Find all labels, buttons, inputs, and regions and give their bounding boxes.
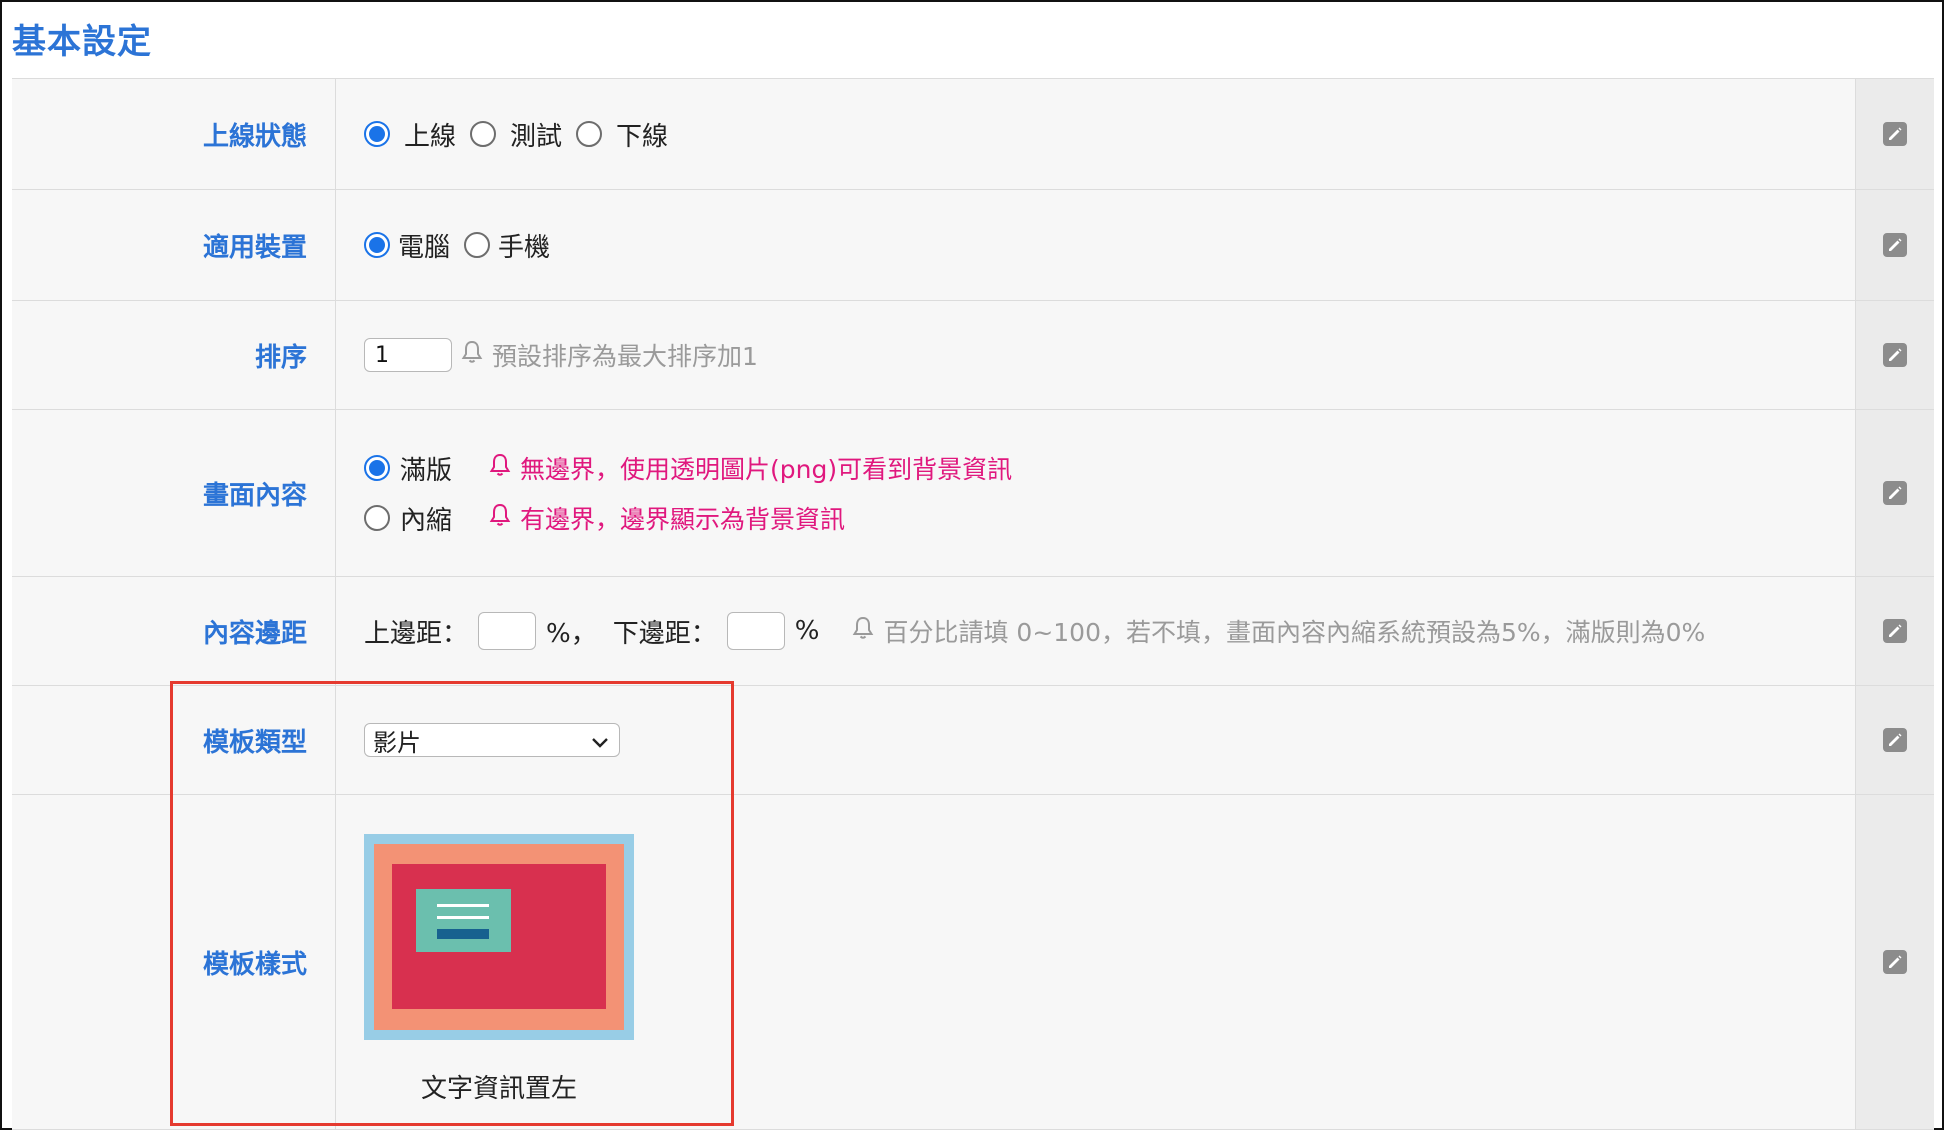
bottom-margin-label: 下邊距： bbox=[612, 618, 717, 649]
device-option-pc[interactable]: 電腦 bbox=[364, 227, 450, 264]
pencil-edit-icon[interactable] bbox=[1883, 122, 1907, 146]
online-status-option-test[interactable]: 測試 bbox=[470, 116, 562, 153]
option-label: 內縮 bbox=[400, 505, 453, 536]
edit-cell bbox=[1855, 686, 1934, 794]
device-options: 電腦 手機 bbox=[336, 190, 1855, 300]
thumb-text-line bbox=[437, 915, 489, 919]
bell-icon bbox=[488, 452, 512, 484]
row-device: 適用裝置 電腦 手機 bbox=[12, 190, 1934, 301]
sort-hint: 預設排序為最大排序加1 bbox=[460, 337, 758, 373]
template-style-thumbnail[interactable] bbox=[364, 833, 634, 1040]
bell-icon bbox=[488, 502, 512, 534]
sort-hint-text: 預設排序為最大排序加1 bbox=[492, 342, 758, 371]
radio-offline[interactable] bbox=[576, 121, 603, 147]
device-option-mobile[interactable]: 手機 bbox=[464, 227, 550, 264]
top-margin-label: 上邊距： bbox=[364, 618, 469, 649]
option-label: 測試 bbox=[510, 121, 563, 152]
template-type-content: 影片 bbox=[336, 686, 1855, 794]
radio-inset[interactable] bbox=[364, 505, 390, 531]
section-title: 基本設定 bbox=[12, 22, 152, 62]
option-label: 下線 bbox=[616, 121, 669, 152]
screen-content-options: 滿版 無邊界，使用透明圖片(png)可看到背景資訊 內縮 有邊界，邊界顯示為背景… bbox=[336, 410, 1855, 576]
row-online-status: 上線狀態 上線 測試 下線 bbox=[12, 79, 1934, 190]
thumb-text-bar bbox=[437, 928, 489, 939]
radio-full[interactable] bbox=[364, 455, 390, 481]
row-margin: 內容邊距 上邊距： %， 下邊距： % 百分比請填 0~100，若不填，畫面內容… bbox=[12, 577, 1934, 686]
bell-icon bbox=[460, 339, 484, 371]
option-label: 滿版 bbox=[400, 455, 453, 486]
top-margin-input[interactable] bbox=[478, 612, 537, 650]
template-type-label: 模板類型 bbox=[12, 686, 336, 794]
bell-icon bbox=[851, 615, 875, 647]
settings-panel: 基本設定 上線狀態 上線 測試 下線 適用裝置 電腦 手機 排序 1 預設排序為… bbox=[0, 0, 1944, 1130]
option-label: 電腦 bbox=[398, 232, 451, 263]
template-style-label: 模板樣式 bbox=[12, 795, 336, 1129]
top-margin-unit: %， bbox=[546, 618, 597, 649]
screen-content-option-inset[interactable]: 內縮 有邊界，邊界顯示為背景資訊 bbox=[364, 493, 845, 543]
screen-content-label: 畫面內容 bbox=[12, 410, 336, 576]
radio-test[interactable] bbox=[470, 121, 497, 147]
pencil-edit-icon[interactable] bbox=[1883, 343, 1907, 367]
device-label: 適用裝置 bbox=[12, 190, 336, 300]
template-style-content: 文字資訊置左 bbox=[336, 795, 1855, 1129]
radio-pc[interactable] bbox=[364, 232, 390, 258]
edit-cell bbox=[1855, 79, 1934, 189]
bottom-margin-input[interactable] bbox=[726, 612, 785, 650]
template-type-selected: 影片 bbox=[373, 728, 421, 757]
option-label: 手機 bbox=[498, 232, 551, 263]
pencil-edit-icon[interactable] bbox=[1883, 950, 1907, 974]
sort-content: 預設排序為最大排序加1 bbox=[336, 301, 1855, 409]
settings-table: 上線狀態 上線 測試 下線 適用裝置 電腦 手機 排序 1 預設排序為最大排序加… bbox=[12, 78, 1934, 1130]
pencil-edit-icon[interactable] bbox=[1883, 233, 1907, 257]
online-status-option-offline[interactable]: 下線 bbox=[576, 116, 668, 153]
template-type-select[interactable]: 影片 bbox=[364, 723, 620, 757]
chevron-down-icon bbox=[591, 726, 609, 754]
edit-cell bbox=[1855, 795, 1934, 1129]
template-style-caption: 文字資訊置左 bbox=[420, 1073, 577, 1104]
full-hint: 無邊界，使用透明圖片(png)可看到背景資訊 bbox=[488, 450, 1012, 486]
pencil-edit-icon[interactable] bbox=[1883, 619, 1907, 643]
row-sort: 排序 預設排序為最大排序加1 bbox=[12, 301, 1934, 410]
margin-content: 上邊距： %， 下邊距： % 百分比請填 0~100，若不填，畫面內容內縮系統預… bbox=[336, 577, 1855, 685]
bottom-margin-unit: % bbox=[794, 616, 820, 646]
screen-content-option-full[interactable]: 滿版 無邊界，使用透明圖片(png)可看到背景資訊 bbox=[364, 443, 1012, 493]
sort-input[interactable] bbox=[364, 338, 452, 372]
thumb-text-line bbox=[437, 903, 489, 907]
pencil-edit-icon[interactable] bbox=[1883, 728, 1907, 752]
margin-hint-text: 百分比請填 0~100，若不填，畫面內容內縮系統預設為5%，滿版則為0% bbox=[883, 618, 1706, 647]
sort-label: 排序 bbox=[12, 301, 336, 409]
edit-cell bbox=[1855, 190, 1934, 300]
inset-hint: 有邊界，邊界顯示為背景資訊 bbox=[488, 500, 845, 536]
row-screen-content: 畫面內容 滿版 無邊界，使用透明圖片(png)可看到背景資訊 內縮 有邊界，邊界… bbox=[12, 410, 1934, 577]
margin-label: 內容邊距 bbox=[12, 577, 336, 685]
full-hint-text: 無邊界，使用透明圖片(png)可看到背景資訊 bbox=[520, 455, 1013, 484]
edit-cell bbox=[1855, 410, 1934, 576]
online-status-label: 上線狀態 bbox=[12, 79, 336, 189]
thumb-text-card bbox=[416, 888, 511, 952]
radio-online[interactable] bbox=[364, 121, 390, 147]
option-label: 上線 bbox=[404, 121, 457, 152]
pencil-edit-icon[interactable] bbox=[1883, 481, 1907, 505]
radio-mobile[interactable] bbox=[464, 232, 491, 258]
online-status-option-online[interactable]: 上線 bbox=[364, 116, 456, 153]
row-template-type: 模板類型 影片 bbox=[12, 686, 1934, 795]
row-template-style: 模板樣式 文字資訊置左 bbox=[12, 795, 1934, 1130]
online-status-options: 上線 測試 下線 bbox=[336, 79, 1855, 189]
edit-cell bbox=[1855, 301, 1934, 409]
edit-cell bbox=[1855, 577, 1934, 685]
inset-hint-text: 有邊界，邊界顯示為背景資訊 bbox=[520, 505, 846, 534]
margin-hint: 百分比請填 0~100，若不填，畫面內容內縮系統預設為5%，滿版則為0% bbox=[851, 613, 1705, 649]
